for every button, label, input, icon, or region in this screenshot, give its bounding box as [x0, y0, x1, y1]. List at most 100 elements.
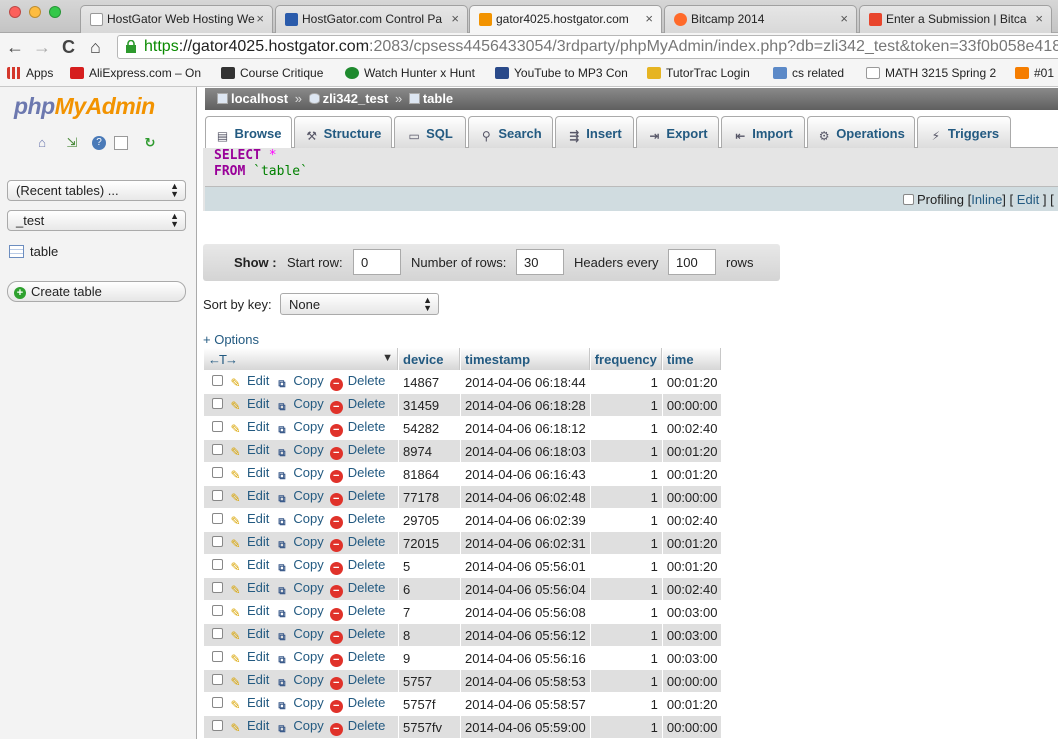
- table-row[interactable]: ✎ Edit ⧉ Copy − Delete 6 2014-04-06 05:56:04 1 00…: [204, 578, 722, 600]
- cell-time[interactable]: 00:02:40: [662, 417, 722, 439]
- cell-device[interactable]: 5757fv: [399, 716, 460, 738]
- back-arrow-icon[interactable]: ←: [6, 36, 24, 58]
- breadcrumb-server[interactable]: localhost: [231, 91, 288, 106]
- delete-row-link[interactable]: − Delete: [329, 695, 385, 713]
- copy-row-link[interactable]: ⧉ Copy: [275, 695, 323, 712]
- row-checkbox[interactable]: [212, 674, 223, 685]
- breadcrumb-database[interactable]: zli342_test: [323, 91, 389, 106]
- cell-time[interactable]: 00:01:20: [662, 555, 722, 577]
- cell-frequency[interactable]: 1: [590, 509, 662, 531]
- forward-arrow-icon[interactable]: →: [33, 36, 51, 58]
- documentation-icon[interactable]: [114, 136, 128, 150]
- bookmark-apps[interactable]: Apps: [7, 66, 53, 80]
- cell-frequency[interactable]: 1: [590, 486, 662, 508]
- row-checkbox[interactable]: [212, 605, 223, 616]
- row-checkbox[interactable]: [212, 444, 223, 455]
- tab-import[interactable]: ⇤ Import: [721, 116, 805, 148]
- table-row[interactable]: ✎ Edit ⧉ Copy − Delete 81864 2014-04-06 06:16:4…: [204, 463, 722, 485]
- options-link[interactable]: + Options: [203, 332, 259, 347]
- column-header-timestamp[interactable]: timestamp: [461, 348, 590, 370]
- cell-time[interactable]: 00:02:40: [662, 509, 722, 531]
- close-tab-icon[interactable]: ×: [840, 11, 848, 26]
- tab-export[interactable]: ⇥ Export: [636, 116, 719, 148]
- edit-row-link[interactable]: ✎ Edit: [229, 442, 269, 459]
- bookmark-youtube-mp3[interactable]: YouTube to MP3 Con: [495, 66, 633, 80]
- bookmark-tutortrac[interactable]: TutorTrac Login: [647, 66, 759, 80]
- cell-timestamp[interactable]: 2014-04-06 05:58:53: [461, 670, 590, 692]
- cell-device[interactable]: 5757f: [399, 693, 460, 715]
- edit-query-link[interactable]: Edit: [1017, 192, 1039, 207]
- delete-row-link[interactable]: − Delete: [329, 534, 385, 552]
- bookmark-course-critique[interactable]: Course Critique: [221, 66, 333, 80]
- copy-row-link[interactable]: ⧉ Copy: [275, 557, 323, 574]
- browser-tab-phpmyadmin[interactable]: gator4025.hostgator.com ×: [469, 5, 662, 33]
- cell-timestamp[interactable]: 2014-04-06 06:18:12: [461, 417, 590, 439]
- edit-row-link[interactable]: ✎ Edit: [229, 672, 269, 689]
- cell-frequency[interactable]: 1: [590, 417, 662, 439]
- delete-row-link[interactable]: − Delete: [329, 488, 385, 506]
- cell-time[interactable]: 00:01:20: [662, 371, 722, 393]
- cell-device[interactable]: 5757: [399, 670, 460, 692]
- cell-time[interactable]: 00:03:00: [662, 601, 722, 623]
- cell-timestamp[interactable]: 2014-04-06 05:59:00: [461, 716, 590, 738]
- edit-row-link[interactable]: ✎ Edit: [229, 534, 269, 551]
- column-header-time[interactable]: time: [662, 348, 722, 370]
- zoom-window-button[interactable]: [49, 6, 61, 18]
- cell-time[interactable]: 00:01:20: [662, 440, 722, 462]
- delete-row-link[interactable]: − Delete: [329, 649, 385, 667]
- delete-row-link[interactable]: − Delete: [329, 580, 385, 598]
- tab-operations[interactable]: ⚙ Operations: [807, 116, 915, 148]
- edit-row-link[interactable]: ✎ Edit: [229, 488, 269, 505]
- cell-time[interactable]: 00:01:20: [662, 532, 722, 554]
- sort-dropdown-icon[interactable]: ▼: [382, 352, 393, 364]
- reload-navigation-icon[interactable]: ↻: [143, 136, 157, 150]
- headers-every-input[interactable]: 100: [668, 249, 716, 275]
- address-bar[interactable]: https://gator4025.hostgator.com:2083/cps…: [117, 35, 1058, 59]
- delete-row-link[interactable]: − Delete: [329, 442, 385, 460]
- row-checkbox[interactable]: [212, 720, 223, 731]
- cell-frequency[interactable]: 1: [590, 670, 662, 692]
- cell-time[interactable]: 00:03:00: [662, 624, 722, 646]
- nav-table-item[interactable]: table: [9, 244, 58, 259]
- cell-frequency[interactable]: 1: [590, 532, 662, 554]
- delete-row-link[interactable]: − Delete: [329, 672, 385, 690]
- cell-time[interactable]: 00:00:00: [662, 670, 722, 692]
- database-select[interactable]: _test ▲ ▼: [7, 210, 186, 231]
- cell-device[interactable]: 72015: [399, 532, 460, 554]
- cell-timestamp[interactable]: 2014-04-06 06:02:39: [461, 509, 590, 531]
- inline-edit-link[interactable]: Inline: [971, 192, 1002, 207]
- edit-row-link[interactable]: ✎ Edit: [229, 511, 269, 528]
- cell-timestamp[interactable]: 2014-04-06 06:18:44: [461, 371, 590, 393]
- delete-row-link[interactable]: − Delete: [329, 419, 385, 437]
- bookmark-blogger[interactable]: #01: [1015, 66, 1054, 80]
- bookmark-hunter-x-hunter[interactable]: Watch Hunter x Hunt: [345, 66, 481, 80]
- cell-time[interactable]: 00:03:00: [662, 647, 722, 669]
- cell-device[interactable]: 81864: [399, 463, 460, 485]
- cell-frequency[interactable]: 1: [590, 578, 662, 600]
- row-checkbox[interactable]: [212, 513, 223, 524]
- home-icon[interactable]: ⌂: [90, 36, 101, 58]
- cell-device[interactable]: 54282: [399, 417, 460, 439]
- edit-row-link[interactable]: ✎ Edit: [229, 695, 269, 712]
- close-tab-icon[interactable]: ×: [645, 11, 653, 26]
- cell-frequency[interactable]: 1: [590, 693, 662, 715]
- cell-time[interactable]: 00:02:40: [662, 578, 722, 600]
- cell-timestamp[interactable]: 2014-04-06 05:56:12: [461, 624, 590, 646]
- delete-row-link[interactable]: − Delete: [329, 718, 385, 736]
- delete-row-link[interactable]: − Delete: [329, 465, 385, 483]
- browser-tab-bitcamp[interactable]: Bitcamp 2014 ×: [664, 5, 857, 33]
- tab-structure[interactable]: ⚒ Structure: [294, 116, 392, 148]
- copy-row-link[interactable]: ⧉ Copy: [275, 419, 323, 436]
- row-checkbox[interactable]: [212, 421, 223, 432]
- table-row[interactable]: ✎ Edit ⧉ Copy − Delete 72015 2014-04-06 06:02:3…: [204, 532, 722, 554]
- edit-row-link[interactable]: ✎ Edit: [229, 557, 269, 574]
- cell-timestamp[interactable]: 2014-04-06 05:56:04: [461, 578, 590, 600]
- table-row[interactable]: ✎ Edit ⧉ Copy − Delete 54282 2014-04-06 06:18:1…: [204, 417, 722, 439]
- number-of-rows-input[interactable]: 30: [516, 249, 564, 275]
- edit-row-link[interactable]: ✎ Edit: [229, 649, 269, 666]
- copy-row-link[interactable]: ⧉ Copy: [275, 649, 323, 666]
- cell-timestamp[interactable]: 2014-04-06 06:18:28: [461, 394, 590, 416]
- cell-device[interactable]: 9: [399, 647, 460, 669]
- tab-browse[interactable]: ▤ Browse: [205, 116, 292, 149]
- browser-tab-control-panel[interactable]: HostGator.com Control Pa ×: [275, 5, 468, 33]
